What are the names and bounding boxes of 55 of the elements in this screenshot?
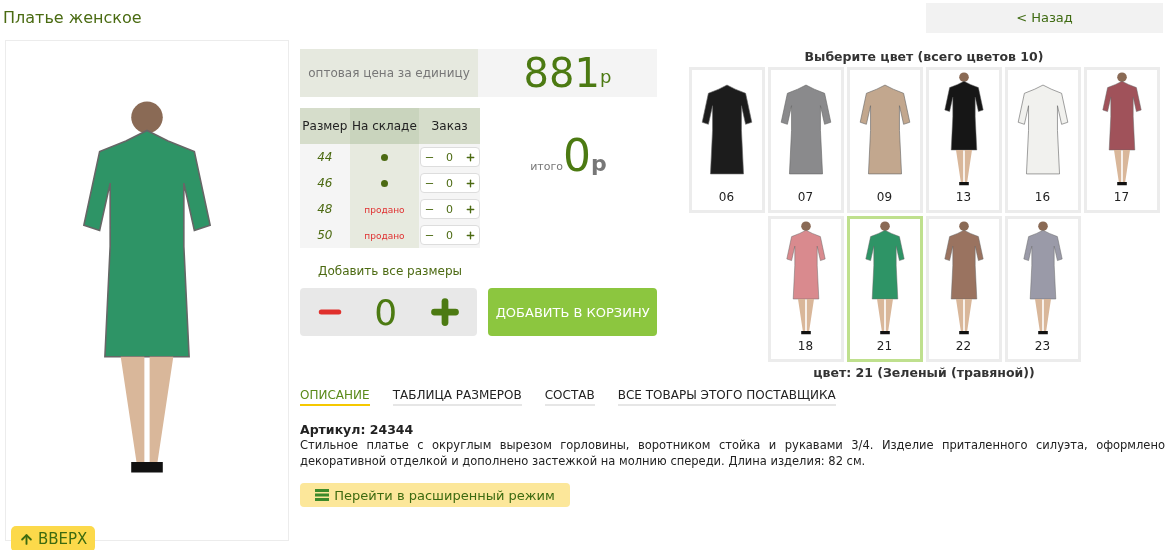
plus-icon[interactable]	[464, 229, 476, 241]
sold-out-label: продано	[364, 231, 405, 241]
color-code: 06	[718, 190, 735, 204]
color-swatch[interactable]: 16	[1004, 67, 1081, 213]
color-code: 16	[1034, 190, 1051, 204]
color-swatch[interactable]: 22	[925, 216, 1002, 362]
size-label: 50	[317, 228, 333, 242]
all-sizes-stepper[interactable]: 0	[300, 288, 478, 336]
back-link[interactable]: < Назад	[926, 3, 1163, 33]
color-heading: Выберите цвет (всего цветов 10)	[804, 49, 1044, 64]
tab[interactable]: ОПИСАНИЕ	[300, 388, 370, 406]
color-code: 09	[876, 190, 893, 204]
add-all-sizes-label: Добавить все размеры	[317, 264, 463, 278]
tab[interactable]: ТАБЛИЦА РАЗМЕРОВ	[392, 388, 522, 406]
column-header: На складе	[349, 108, 420, 144]
color-swatch[interactable]: 18	[767, 216, 844, 362]
selected-color-label: цвет: 21 (Зеленый (травяной))	[813, 365, 1035, 380]
color-swatch[interactable]: 13	[925, 67, 1002, 213]
description-text: Стильное платье с округлым вырезом горловины, воротником стойка и рукавами 3/4. Изделие приталенного силуэта, оформлено декоративной отделкой и дополнено застежкой на молнию спереди. Длина изделия: 82 см.	[300, 437, 1166, 470]
color-code: 13	[955, 190, 972, 204]
size-label: 44	[317, 150, 333, 164]
column-header: Заказ	[419, 108, 480, 144]
color-code: 18	[797, 339, 814, 353]
size-label: 46	[317, 176, 333, 190]
list-icon	[315, 489, 330, 502]
price-value: 881 р	[478, 49, 657, 97]
quantity-stepper[interactable]: 0	[419, 199, 480, 219]
color-code: 22	[955, 339, 972, 353]
column-header: Размер	[300, 108, 350, 144]
sold-out-label: продано	[364, 205, 405, 215]
scroll-top-button[interactable]: ВВЕРХ	[11, 526, 96, 550]
quantity-stepper[interactable]: 0	[419, 173, 480, 193]
plus-icon[interactable]	[464, 177, 476, 189]
tab[interactable]: ВСЕ ТОВАРЫ ЭТОГО ПОСТАВЩИКА	[617, 388, 836, 406]
article-number: Артикул: 24344	[300, 422, 415, 437]
color-swatch[interactable]: 09	[846, 67, 923, 213]
total-sum: итого0р	[529, 129, 608, 178]
size-label: 48	[317, 202, 333, 216]
plus-icon[interactable]	[464, 203, 476, 215]
quantity-stepper[interactable]: 0	[419, 147, 480, 167]
color-swatch[interactable]: 17	[1083, 67, 1160, 213]
color-swatch[interactable]: 06	[688, 67, 765, 213]
color-code: 23	[1034, 339, 1051, 353]
quantity-stepper[interactable]: 0	[419, 225, 480, 245]
color-code: 21	[876, 339, 893, 353]
color-code: 17	[1113, 190, 1130, 204]
color-swatch[interactable]: 23	[1004, 216, 1081, 362]
color-code: 07	[797, 190, 814, 204]
tab[interactable]: СОСТАВ	[544, 388, 595, 406]
advanced-mode-button[interactable]: Перейти в расширенный режим	[300, 483, 570, 508]
price-label: оптовая цена за единицу	[300, 49, 478, 97]
color-swatch[interactable]: 21	[846, 216, 923, 362]
product-title: Платье женское	[3, 8, 142, 27]
color-swatch[interactable]: 07	[767, 67, 844, 213]
plus-icon[interactable]	[464, 151, 476, 163]
